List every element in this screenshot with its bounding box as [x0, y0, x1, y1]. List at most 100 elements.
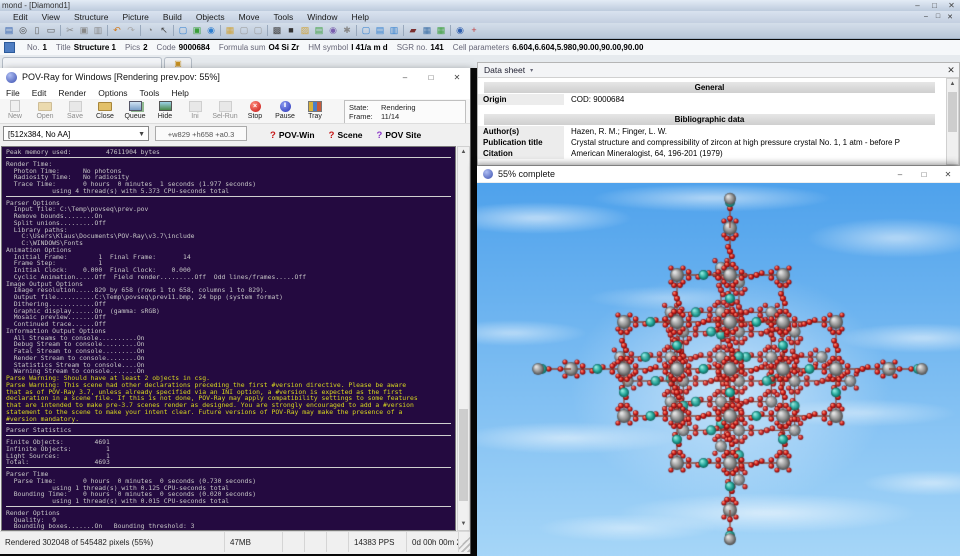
toolbar-icon-refresh[interactable]: ◉ [204, 24, 218, 37]
scroll-thumb[interactable] [948, 92, 957, 132]
povray-menu-item-tools[interactable]: Tools [134, 88, 166, 98]
menu-item-view[interactable]: View [35, 12, 67, 22]
menu-item-objects[interactable]: Objects [189, 12, 232, 22]
povray-menu-item-file[interactable]: File [0, 88, 26, 98]
datasheet-close-icon[interactable]: ✕ [943, 65, 959, 76]
minimize-icon[interactable]: – [909, 0, 926, 11]
scroll-down-icon[interactable]: ▼ [458, 519, 469, 530]
structure-field: Pics2 [125, 43, 148, 52]
toolbar-button-close[interactable]: Close [90, 99, 120, 123]
toolbar-icon-save[interactable]: ▤ [2, 24, 16, 37]
resize-grip[interactable] [459, 532, 470, 552]
toolbar-icon-layers[interactable]: ▤ [312, 24, 326, 37]
mdi-restore-icon[interactable]: □ [932, 13, 944, 21]
toolbar-icon-cut[interactable]: ✂ [63, 24, 77, 37]
render-minimize-icon[interactable]: – [888, 169, 912, 180]
scroll-up-icon[interactable]: ▲ [458, 147, 469, 158]
toolbar-icon-photo[interactable]: ▦ [420, 24, 434, 37]
diamond-titlebar[interactable]: mond - [Diamond1] – □ ✕ [0, 0, 960, 11]
povray-menu-item-render[interactable]: Render [52, 88, 92, 98]
console-line [6, 506, 451, 509]
toolbar-button-hide[interactable]: Hide [150, 99, 180, 123]
povray-titlebar[interactable]: POV-Ray for Windows [Rendering prev.pov:… [0, 68, 470, 87]
structure-field-label: SGR no. [397, 43, 428, 52]
link-pov-site[interactable]: ?POV Site [377, 130, 422, 141]
console-line [6, 423, 451, 426]
scroll-up-icon[interactable]: ▲ [947, 79, 958, 90]
toolbar-icon-folder[interactable]: ▨ [298, 24, 312, 37]
toolbar-button-stop[interactable]: ×Stop [240, 99, 270, 123]
povray-close-icon[interactable]: ✕ [444, 72, 470, 83]
toolbar-icon-gallery[interactable]: ▣ [190, 24, 204, 37]
mdi-minimize-icon[interactable]: – [920, 13, 932, 21]
datasheet-header[interactable]: Data sheet ▾ ✕ [478, 63, 959, 78]
console-scrollbar[interactable]: ▲ ▼ [457, 146, 470, 531]
toolbar-icon-image[interactable]: ■ [284, 24, 298, 37]
menu-item-move[interactable]: Move [232, 12, 267, 22]
povray-menu-item-help[interactable]: Help [165, 88, 194, 98]
link-pov-win[interactable]: ?POV-Win [270, 130, 315, 141]
toolbar-button-queue[interactable]: Queue [120, 99, 150, 123]
command-line-input[interactable]: +w829 +h658 +a0.3 [155, 126, 247, 141]
toolbar-icon-pointer[interactable]: ↖ [157, 24, 171, 37]
toolbar-icon-history[interactable]: ◔ [143, 24, 157, 37]
toolbar-icon-picture[interactable]: ▦ [223, 24, 237, 37]
toolbar-separator [356, 25, 357, 36]
toolbar-button-pause[interactable]: ‖Pause [270, 99, 300, 123]
scroll-thumb[interactable] [459, 409, 468, 501]
toolbar-icon-settings[interactable]: ✱ [340, 24, 354, 37]
structure-field: Cell parameters6.604,6.604,5.980,90.00,9… [453, 43, 644, 52]
toolbar-icon-print-preview[interactable]: ▯ [30, 24, 44, 37]
menu-item-structure[interactable]: Structure [67, 12, 116, 22]
povray-menu-item-options[interactable]: Options [92, 88, 133, 98]
resolution-dropdown[interactable]: [512x384, No AA] ▼ [3, 126, 149, 141]
toolbar-icon-window-a[interactable]: ▢ [359, 24, 373, 37]
render-close-icon[interactable]: ✕ [936, 169, 960, 180]
mdi-close-icon[interactable]: ✕ [944, 13, 956, 21]
povray-minimize-icon[interactable]: – [392, 72, 418, 83]
toolbar-button-label: Pause [270, 113, 300, 120]
question-mark-icon: ? [329, 130, 335, 141]
maximize-icon[interactable]: □ [926, 0, 943, 11]
console-line: using 4 thread(s) with 5.373 CPU-seconds… [6, 188, 455, 195]
toolbar-icon-redo[interactable]: ↷ [124, 24, 138, 37]
datasheet-body: GeneralOriginCOD: 9000684Bibliographic d… [478, 78, 959, 168]
save-icon [60, 100, 90, 112]
povray-maximize-icon[interactable]: □ [418, 72, 444, 83]
toolbar-icon-frame-a[interactable]: ▢ [237, 24, 251, 37]
toolbar-icon-camera[interactable]: ◉ [326, 24, 340, 37]
datasheet-scrollbar[interactable]: ▲ [946, 78, 959, 165]
povray-menu-item-edit[interactable]: Edit [26, 88, 53, 98]
datasheet-row: Publication titleCrystal structure and c… [478, 137, 945, 148]
menu-item-edit[interactable]: Edit [6, 12, 35, 22]
toolbar-icon-print[interactable]: ▭ [44, 24, 58, 37]
toolbar-icon-molecule[interactable]: + [467, 24, 481, 37]
menu-item-picture[interactable]: Picture [115, 12, 155, 22]
toolbar-icon-chart[interactable]: ▰ [406, 24, 420, 37]
render-window-titlebar[interactable]: 55% complete – □ ✕ [477, 166, 960, 183]
toolbar-icon-find[interactable]: ◎ [16, 24, 30, 37]
toolbar-icon-povray[interactable]: ◉ [453, 24, 467, 37]
toolbar-icon-grid[interactable]: ▩ [270, 24, 284, 37]
chevron-down-icon: ▾ [530, 67, 533, 74]
toolbar-icon-window-b[interactable]: ▤ [373, 24, 387, 37]
frame-value: 11/14 [381, 112, 399, 121]
menu-item-build[interactable]: Build [156, 12, 189, 22]
toolbar-icon-new-structure[interactable]: ▢ [176, 24, 190, 37]
toolbar-button-ini: Ini [180, 99, 210, 123]
menu-item-help[interactable]: Help [345, 12, 376, 22]
toolbar-icon-copy[interactable]: ▣ [77, 24, 91, 37]
toolbar-icon-window-c[interactable]: ▥ [387, 24, 401, 37]
close-icon[interactable]: ✕ [943, 0, 960, 11]
structure-field-value: 1 [42, 43, 46, 52]
toolbar-icon-undo[interactable]: ↶ [110, 24, 124, 37]
toolbar-icon-table[interactable]: ▦ [434, 24, 448, 37]
link-scene[interactable]: ?Scene [329, 130, 363, 141]
toolbar-button-tray[interactable]: Tray [300, 99, 330, 123]
render-maximize-icon[interactable]: □ [912, 169, 936, 180]
menu-item-tools[interactable]: Tools [266, 12, 300, 22]
menu-item-window[interactable]: Window [300, 12, 344, 22]
toolbar-icon-paste[interactable]: ▥ [91, 24, 105, 37]
open-icon [30, 100, 60, 112]
toolbar-icon-frame-b[interactable]: ▢ [251, 24, 265, 37]
